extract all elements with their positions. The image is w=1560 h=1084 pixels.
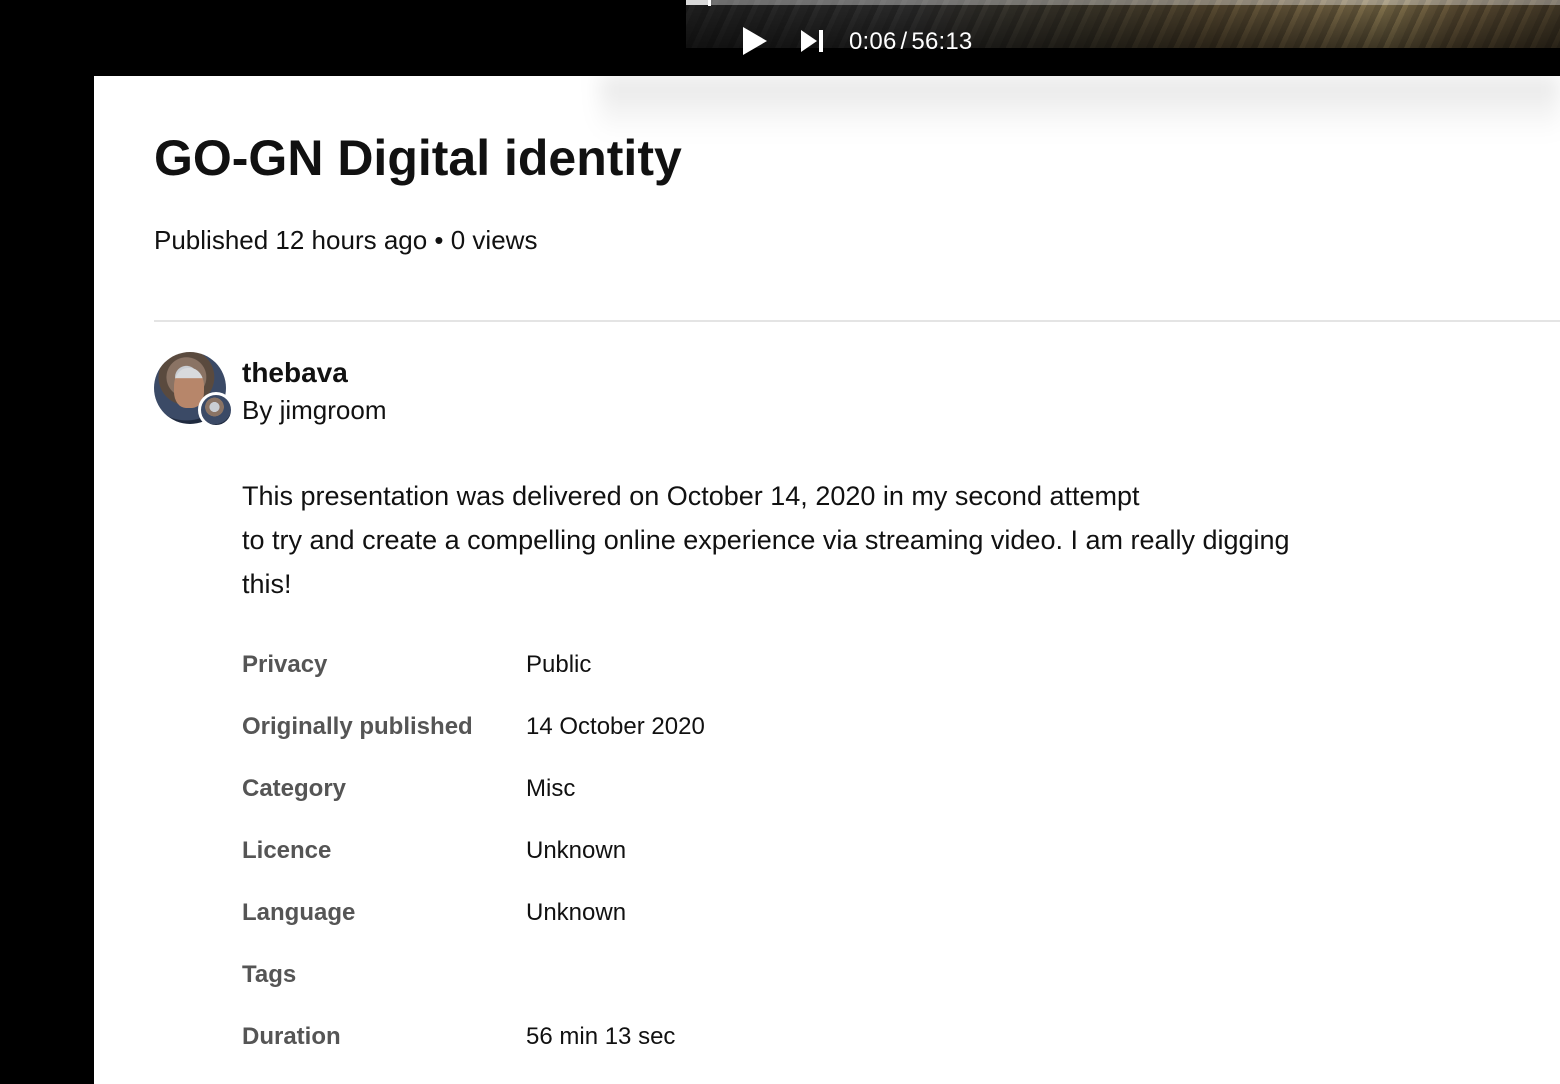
video-meta: Published 12 hours ago • 0 views [154,225,538,255]
video-attributes: Privacy Public Originally published 14 O… [242,634,1242,1068]
channel-name[interactable]: thebava [242,356,348,390]
next-button[interactable] [800,26,826,56]
progress-handle[interactable] [708,0,711,6]
attribute-row-privacy: Privacy Public [242,634,1242,696]
attribute-value[interactable]: Unknown [526,836,626,866]
attribute-label: Tags [242,961,297,988]
attribute-value: Public [526,651,592,678]
skip-next-icon [801,30,823,52]
current-time: 0:06 [849,28,897,55]
attribute-row-category: Category Misc [242,758,1242,820]
channel-owner[interactable]: By jimgroom [242,394,386,426]
attribute-value[interactable]: Misc [526,774,575,804]
description-line-2: to try and create a compelling online ex… [242,525,1290,599]
play-button[interactable] [742,26,768,56]
attribute-label: Duration [242,1023,341,1050]
attribute-value: 56 min 13 sec [526,1023,676,1050]
attribute-row-duration: Duration 56 min 13 sec [242,1006,1242,1068]
video-description: This presentation was delivered on Octob… [242,474,1342,606]
description-line-1: This presentation was delivered on Octob… [242,481,1140,511]
play-icon [743,27,767,55]
progress-bar[interactable] [686,0,1560,6]
time-separator: / [900,28,908,55]
attribute-row-originally-published: Originally published 14 October 2020 [242,696,1242,758]
attribute-label: Language [242,899,356,926]
video-details-card: GO-GN Digital identity Published 12 hour… [94,76,1560,1084]
attribute-label: Privacy [242,651,328,678]
time-display: 0:06/56:13 [849,28,972,56]
progress-fill [686,0,708,5]
attribute-row-licence: Licence Unknown [242,820,1242,882]
divider [154,320,1560,322]
attribute-label: Originally published [242,713,473,740]
attribute-row-language: Language Unknown [242,882,1242,944]
player-controls [742,26,826,56]
attribute-label: Licence [242,837,332,864]
video-title: GO-GN Digital identity [154,130,682,186]
attribute-value[interactable]: Unknown [526,898,626,928]
attribute-value: 14 October 2020 [526,713,705,740]
total-duration: 56:13 [911,28,973,55]
attribute-label: Category [242,775,347,802]
attribute-row-tags: Tags [242,944,1242,1006]
owner-avatar[interactable] [198,392,234,428]
